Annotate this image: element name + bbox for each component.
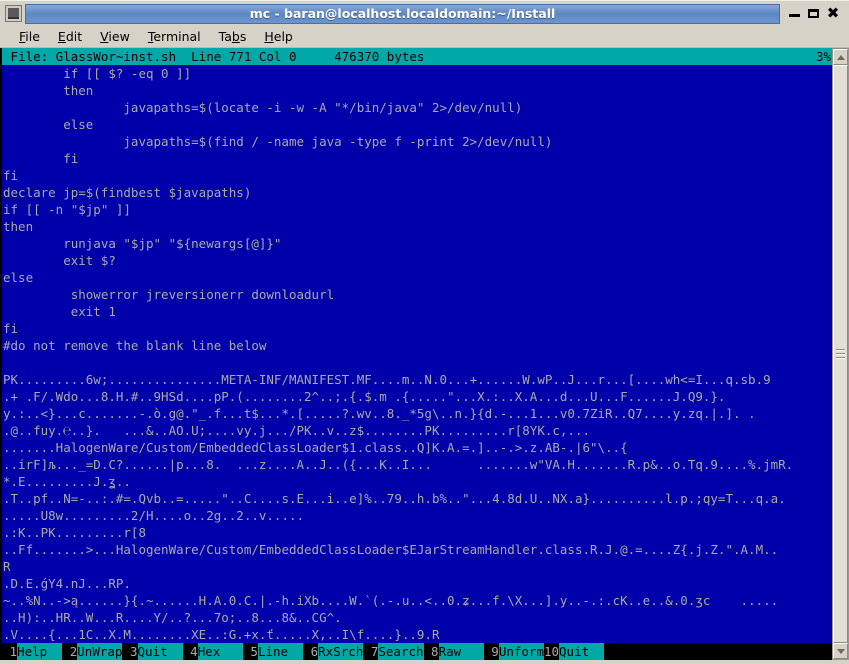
function-key-bar: 1 Help 2 UnWrap 3 Quit 4 Hex 5 Line 6 RxSrch 7…: [2, 643, 832, 660]
editor-line: PK.........6w;...............META-INF/MA…: [3, 372, 771, 387]
editor-line: if [[ $? -eq 0 ]]: [3, 66, 192, 81]
function-key-9[interactable]: 9 Unform: [483, 643, 544, 660]
window-controls: ✖: [780, 6, 846, 21]
function-key-label: Quit: [559, 643, 605, 660]
function-key-number: 2: [62, 643, 78, 660]
editor-status-text: File: GlassWor~inst.sh Line 771 Col 0 47…: [3, 49, 425, 64]
function-key-2[interactable]: 2 UnWrap: [62, 643, 123, 660]
editor-percent: 3%: [815, 49, 831, 64]
function-key-7[interactable]: 7 Search: [363, 643, 424, 660]
editor-line: fi: [3, 321, 19, 336]
menu-item-terminal[interactable]: Terminal: [139, 27, 210, 46]
editor-line: R: [3, 559, 11, 574]
editor-line: .......HalogenWare/Custom/EmbeddedClassL…: [3, 440, 628, 455]
terminal-screen[interactable]: File: GlassWor~inst.sh Line 771 Col 0 47…: [0, 48, 832, 660]
function-key-number: 3: [122, 643, 138, 660]
editor-line: javapaths=$(find / -name java -type f -p…: [3, 134, 553, 149]
function-key-4[interactable]: 4 Hex: [182, 643, 243, 660]
editor-line: .D.E.ǵY4.nJ...RP.: [3, 576, 131, 591]
function-key-6[interactable]: 6 RxSrch: [303, 643, 364, 660]
function-key-10[interactable]: 10 Quit: [543, 643, 605, 660]
scrollbar-thumb[interactable]: [833, 65, 848, 643]
function-key-8[interactable]: 8 Raw: [423, 643, 484, 660]
editor-line: runjava "$jp" "${newargs[@]}": [3, 236, 282, 251]
editor-line: exit $?: [3, 253, 116, 268]
menubar: File Edit View Terminal Tabs Help: [0, 26, 849, 48]
function-key-number: 4: [182, 643, 198, 660]
editor-line: .+ .F/.Wdo...8.H.#..9HSd....pP.(........…: [3, 389, 726, 404]
function-key-label: Search: [378, 643, 424, 660]
function-key-number: 6: [303, 643, 319, 660]
menu-item-view[interactable]: View: [91, 27, 139, 46]
editor-line: y.:..<}...c.......-.ò.g@."_.f...t$...*.[…: [3, 406, 756, 421]
maximize-icon[interactable]: [807, 7, 820, 20]
menu-item-edit[interactable]: Edit: [49, 27, 91, 46]
function-key-label: UnWrap: [77, 643, 123, 660]
function-key-number: 5: [242, 643, 258, 660]
editor-line: else: [3, 117, 94, 132]
editor-line: ..Ff.......>...HalogenWare/Custom/Embedd…: [3, 542, 779, 557]
terminal-window: mc - baran@localhost.localdomain:~/Insta…: [0, 0, 849, 664]
window-titlebar: mc - baran@localhost.localdomain:~/Insta…: [0, 0, 849, 26]
function-key-label: Line: [257, 643, 304, 660]
window-title: mc - baran@localhost.localdomain:~/Insta…: [249, 6, 556, 21]
scrollbar-grip: [836, 347, 845, 361]
editor-text-pane[interactable]: if [[ $? -eq 0 ]] then javapaths=$(locat…: [2, 65, 832, 643]
editor-line: ..H):..HR..W...R....Y/..?...7o;..8...8&.…: [3, 610, 342, 625]
scroll-down-arrow[interactable]: [833, 643, 848, 659]
function-key-label: Unform: [498, 643, 544, 660]
editor-line: then: [3, 83, 94, 98]
editor-line: if [[ -n "$jp" ]]: [3, 202, 131, 217]
editor-line: fi: [3, 151, 79, 166]
function-key-label: Raw: [438, 643, 484, 660]
function-key-number: 10: [543, 643, 560, 660]
editor-line: .V....{...1C..X.M........XE..:G.+x.ť....…: [3, 627, 440, 642]
editor-line: .:K..PK.........r[8: [3, 525, 146, 540]
editor-line: javapaths=$(locate -i -w -A "*/bin/java"…: [3, 100, 523, 115]
menu-item-file[interactable]: File: [10, 27, 49, 46]
function-key-bar-filler: [604, 643, 832, 660]
editor-line: ~..%N..->ą......}{.~......H.A.0.C.|.-h.i…: [3, 593, 779, 608]
function-key-number: 7: [363, 643, 379, 660]
editor-line: declare jp=$(findbest $javapaths): [3, 185, 252, 200]
menu-item-help[interactable]: Help: [255, 27, 302, 46]
function-key-label: RxSrch: [318, 643, 364, 660]
close-icon[interactable]: ✖: [826, 6, 840, 21]
editor-line: else: [3, 270, 34, 285]
function-key-5[interactable]: 5 Line: [242, 643, 304, 660]
terminal-icon: [5, 5, 22, 22]
window-title-strip[interactable]: mc - baran@localhost.localdomain:~/Insta…: [25, 3, 780, 24]
terminal-area: File: GlassWor~inst.sh Line 771 Col 0 47…: [0, 48, 849, 664]
editor-line: then: [3, 219, 34, 234]
editor-status-bar: File: GlassWor~inst.sh Line 771 Col 0 47…: [2, 48, 832, 65]
editor-line: ..irF]љ..._=D.C?......|p...8. ...z....A.…: [3, 457, 794, 472]
editor-line: fi: [3, 168, 19, 183]
function-key-label: Help: [17, 643, 63, 660]
function-key-label: Quit: [137, 643, 183, 660]
function-key-3[interactable]: 3 Quit: [122, 643, 183, 660]
minimize-icon[interactable]: [788, 7, 801, 20]
scrollbar[interactable]: [832, 48, 849, 660]
menu-item-tabs[interactable]: Tabs: [210, 27, 256, 46]
function-key-number: 8: [423, 643, 439, 660]
editor-line: exit 1: [3, 304, 116, 319]
editor-line: .....U8w.........2/H....o..2g..2..v.....: [3, 508, 305, 523]
editor-line: .T..pf..N=-..:.#=.Qvb..=....."..C....s.E…: [3, 491, 786, 506]
editor-line: .@..fuy.℮..}. ...&..AO.U;....vy.j.../PK.…: [3, 423, 590, 438]
function-key-label: Hex: [197, 643, 243, 660]
editor-line: #do not remove the blank line below: [3, 338, 267, 353]
function-key-1[interactable]: 1 Help: [2, 643, 63, 660]
editor-line: *.E.........J.ʓ..: [3, 474, 131, 489]
scroll-up-arrow[interactable]: [833, 49, 848, 65]
function-key-number: 9: [483, 643, 499, 660]
editor-line: showerror jreversionerr downloadurl: [3, 287, 335, 302]
function-key-number: 1: [2, 643, 18, 660]
